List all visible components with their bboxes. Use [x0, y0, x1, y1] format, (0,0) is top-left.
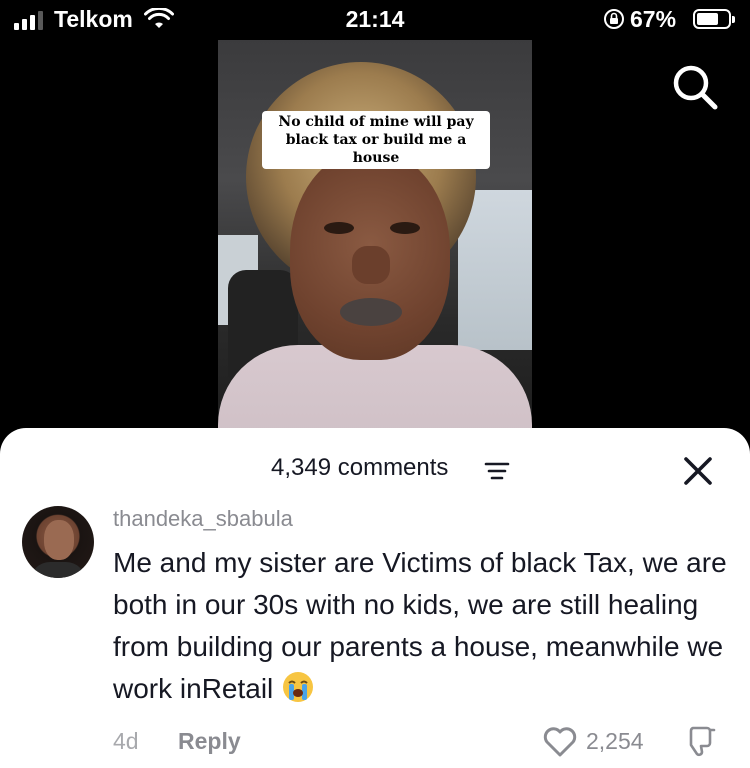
comments-header: 4,349 comments: [0, 428, 750, 508]
comment-count: 4,349 comments: [271, 454, 449, 481]
like-count: 2,254: [586, 728, 644, 754]
battery-level-fill: [697, 13, 718, 25]
comment-time: 4d: [113, 728, 139, 754]
video-player[interactable]: No child of mine will pay black tax or b…: [218, 40, 532, 440]
comment-body: Me and my sister are Victims of black Ta…: [113, 542, 733, 710]
orientation-lock-icon: [604, 9, 624, 29]
battery-icon: [693, 9, 735, 29]
battery-percentage: 67%: [630, 6, 677, 32]
avatar[interactable]: [22, 506, 94, 578]
heart-icon[interactable]: [542, 724, 578, 758]
comment-username[interactable]: thandeka_sbabula: [113, 506, 293, 532]
loudly-crying-face-icon: [283, 672, 314, 702]
comment-text: Me and my sister are Victims of black Ta…: [113, 547, 727, 704]
status-bar: Telkom 21:14 67%: [0, 0, 750, 40]
search-icon[interactable]: [668, 60, 722, 114]
thumbs-down-icon[interactable]: [684, 724, 718, 758]
filter-icon[interactable]: [484, 461, 510, 481]
video-caption: No child of mine will pay black tax or b…: [262, 111, 490, 169]
close-icon[interactable]: [680, 453, 716, 489]
woman-face: [290, 150, 450, 360]
reply-button[interactable]: Reply: [178, 728, 241, 755]
comments-sheet: 4,349 comments thandeka_sbabula Me and m…: [0, 428, 750, 768]
